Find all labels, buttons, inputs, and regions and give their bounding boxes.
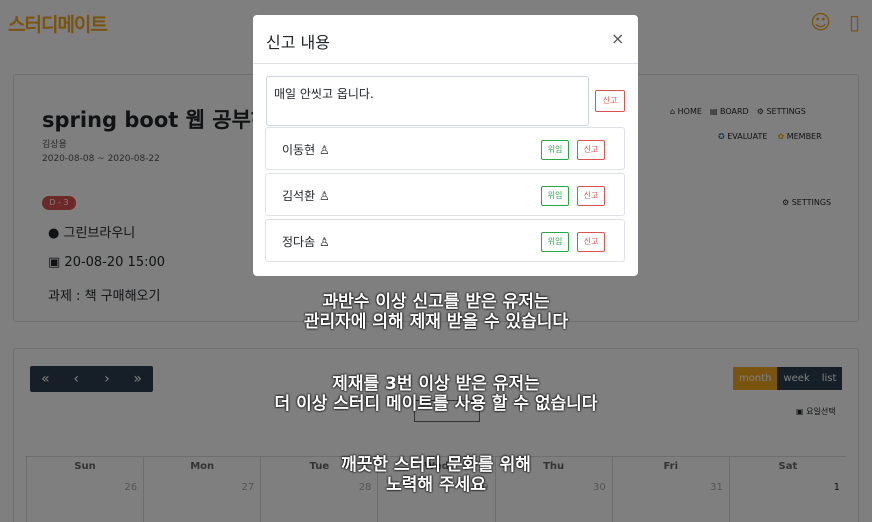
- person-icon: ♙: [318, 143, 330, 157]
- notice-line: 관리자에 의해 제재 받을 수 있습니다: [303, 312, 569, 332]
- delegate-button[interactable]: 위임: [541, 140, 569, 160]
- notice-line: 제재를 3번 이상 받은 유저는: [332, 374, 540, 394]
- notice-line: 깨끗한 스터디 문화를 위해: [341, 455, 531, 475]
- report-button[interactable]: 신고: [577, 140, 605, 160]
- member-name-text: 이동현: [282, 143, 316, 157]
- member-name-text: 김석환: [282, 189, 316, 203]
- member-name: 김석환 ♙: [282, 187, 330, 204]
- report-modal: 신고 내용 × 이동현 ♙ 위임 신고 김석환 ♙ 위임 신고 정다솜 ♙ 위임…: [253, 15, 638, 276]
- modal-title: 신고 내용: [266, 33, 330, 52]
- member-name: 정다솜 ♙: [282, 233, 330, 250]
- modal-header: 신고 내용 ×: [253, 15, 638, 64]
- report-reason-input[interactable]: 매일 안씻고 옵니다.: [266, 76, 589, 126]
- notice-line: 과반수 이상 신고를 받은 유저는: [322, 292, 550, 312]
- list-item: 김석환 ♙ 위임 신고: [265, 173, 625, 216]
- member-list: 이동현 ♙ 위임 신고 김석환 ♙ 위임 신고 정다솜 ♙ 위임 신고: [265, 127, 625, 275]
- person-icon: ♙: [318, 189, 330, 203]
- list-item: 정다솜 ♙ 위임 신고: [265, 219, 625, 262]
- delegate-button[interactable]: 위임: [541, 232, 569, 252]
- report-button[interactable]: 신고: [577, 232, 605, 252]
- member-name-text: 정다솜: [282, 235, 316, 249]
- report-button[interactable]: 신고: [577, 186, 605, 206]
- delegate-button[interactable]: 위임: [541, 186, 569, 206]
- person-icon: ♙: [318, 235, 330, 249]
- notice-line: 더 이상 스터디 메이트를 사용 할 수 없습니다: [274, 394, 598, 414]
- member-name: 이동현 ♙: [282, 141, 330, 158]
- notice-line: 노력해 주세요: [386, 475, 486, 495]
- close-icon[interactable]: ×: [611, 29, 624, 48]
- submit-report-button[interactable]: 신고: [595, 90, 625, 112]
- list-item: 이동현 ♙ 위임 신고: [265, 127, 625, 170]
